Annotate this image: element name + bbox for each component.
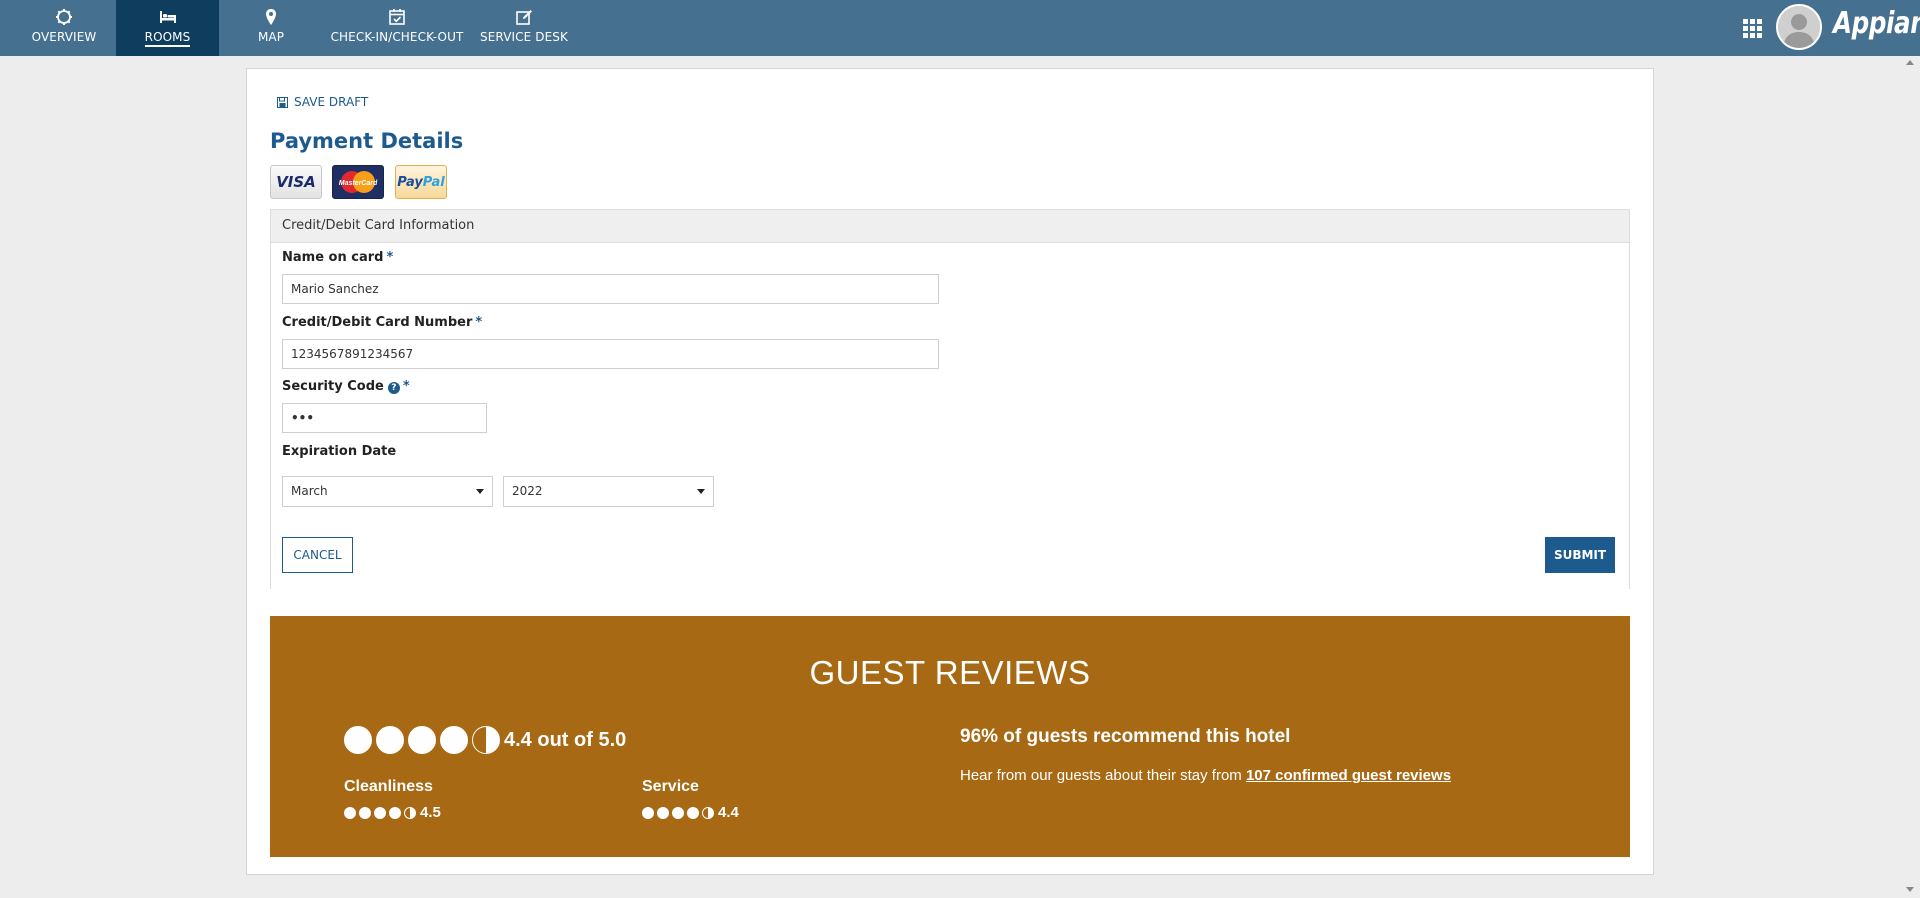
mastercard-logo: MasterCard [332,165,384,199]
card-number-input[interactable] [282,339,939,369]
service-value: 4.4 [718,804,739,821]
recommend-headline: 96% of guests recommend this hotel [960,726,1291,747]
expiration-month-select[interactable]: March [282,476,493,507]
tab-service-desk-label: SERVICE DESK [480,30,568,44]
dropdown-caret-icon [476,489,484,494]
cleanliness-value: 4.5 [420,804,441,821]
gear-icon [56,9,72,25]
rating-circle-full-icon [389,806,401,819]
service-rating-circles [642,806,714,819]
cancel-button[interactable]: CANCEL [282,537,353,573]
rating-circle-full-icon [642,806,654,819]
top-nav-bar: OVERVIEW ROOMS MAP CHECK-IN/CHECK-OUT SE… [0,0,1920,56]
save-draft-label: SAVE DRAFT [294,95,369,109]
rating-circle-half-icon [404,806,416,819]
overall-rating-text: 4.4 out of 5.0 [504,728,627,751]
reviews-description: Hear from our guests about their stay fr… [960,767,1451,784]
mastercard-circles-icon: MasterCard [339,171,378,193]
edit-icon [516,10,532,25]
card-info-section: Credit/Debit Card Information Name on ca… [270,209,1630,589]
tab-rooms[interactable]: ROOMS [116,0,219,56]
visa-logo: VISA [270,165,322,199]
rating-circle-half-icon [472,726,500,754]
scroll-down-arrow-icon[interactable] [1906,887,1914,892]
expiration-year-value: 2022 [512,484,543,498]
page-title: Payment Details [270,129,464,153]
expiration-month-value: March [291,484,328,498]
user-avatar[interactable] [1776,4,1822,50]
rating-circle-full-icon [657,806,669,819]
tab-service-desk[interactable]: SERVICE DESK [480,0,568,56]
rating-circle-half-icon [702,806,714,819]
tab-rooms-label: ROOMS [144,30,191,47]
name-on-card-label: Name on card * [282,250,393,265]
tab-map-label: MAP [257,30,285,44]
card-number-label-text: Credit/Debit Card Number [282,315,473,330]
name-on-card-input[interactable] [282,274,939,304]
floppy-disk-icon [277,96,288,108]
card-number-label: Credit/Debit Card Number * [282,315,482,330]
appian-logo[interactable]: Appian [1833,6,1920,41]
paypal-pal-text: Pal [422,174,445,190]
guest-reviews-panel: GUEST REVIEWS 4.4 out of 5.0 Cleanliness… [270,616,1630,857]
submit-button[interactable]: SUBMIT [1545,537,1615,573]
rating-circle-full-icon [344,806,356,819]
paypal-pay-text: Pay [397,174,423,190]
tab-check-in-check-out-label: CHECK-IN/CHECK-OUT [330,30,464,44]
tab-overview-label: OVERVIEW [31,30,97,44]
security-code-label: Security Code? * [282,379,410,394]
visa-logo-text: VISA [276,173,316,191]
rating-circle-full-icon [344,726,372,754]
user-silhouette-icon [1778,6,1820,48]
security-code-input[interactable] [282,403,487,433]
save-draft-link[interactable]: SAVE DRAFT [277,95,368,109]
rating-circle-full-icon [672,806,684,819]
rating-circle-full-icon [440,726,468,754]
rating-circle-full-icon [376,726,404,754]
expiration-date-label: Expiration Date [282,444,397,459]
paypal-logo: Pay Pal [395,165,447,199]
guest-reviews-title: GUEST REVIEWS [809,654,1091,691]
tab-map[interactable]: MAP [240,0,302,56]
dropdown-caret-icon [697,489,705,494]
cleanliness-rating: 4.5 [344,804,441,821]
service-rating: 4.4 [642,804,739,821]
security-code-label-text: Security Code [282,379,384,394]
rating-circle-full-icon [687,806,699,819]
name-on-card-label-text: Name on card [282,250,384,265]
payment-card-panel: SAVE DRAFT Payment Details VISA MasterCa… [246,68,1654,875]
expiration-year-select[interactable]: 2022 [503,476,714,507]
cleanliness-rating-circles [344,806,416,819]
rating-circle-full-icon [374,806,386,819]
section-header: Credit/Debit Card Information [271,210,1629,243]
scroll-up-arrow-icon[interactable] [1906,60,1914,65]
rating-circle-full-icon [359,806,371,819]
question-circle-icon[interactable]: ? [387,382,400,394]
bed-icon [159,11,176,23]
confirmed-reviews-link[interactable]: 107 confirmed guest reviews [1246,767,1451,784]
tab-overview[interactable]: OVERVIEW [23,0,105,56]
rating-circle-full-icon [408,726,436,754]
mastercard-logo-text: MasterCard [339,180,378,187]
app-grid-icon[interactable] [1743,19,1762,38]
overall-rating: 4.4 out of 5.0 [344,726,626,754]
cleanliness-label: Cleanliness [344,778,433,795]
reviews-description-text: Hear from our guests about their stay fr… [960,767,1246,784]
overall-rating-circles [344,726,500,754]
required-indicator: * [402,379,410,394]
service-label: Service [642,778,699,795]
map-pin-icon [266,9,276,25]
tab-check-in-check-out[interactable]: CHECK-IN/CHECK-OUT [328,0,466,56]
calendar-check-icon [389,9,405,25]
required-indicator: * [475,315,483,330]
required-indicator: * [386,250,394,265]
